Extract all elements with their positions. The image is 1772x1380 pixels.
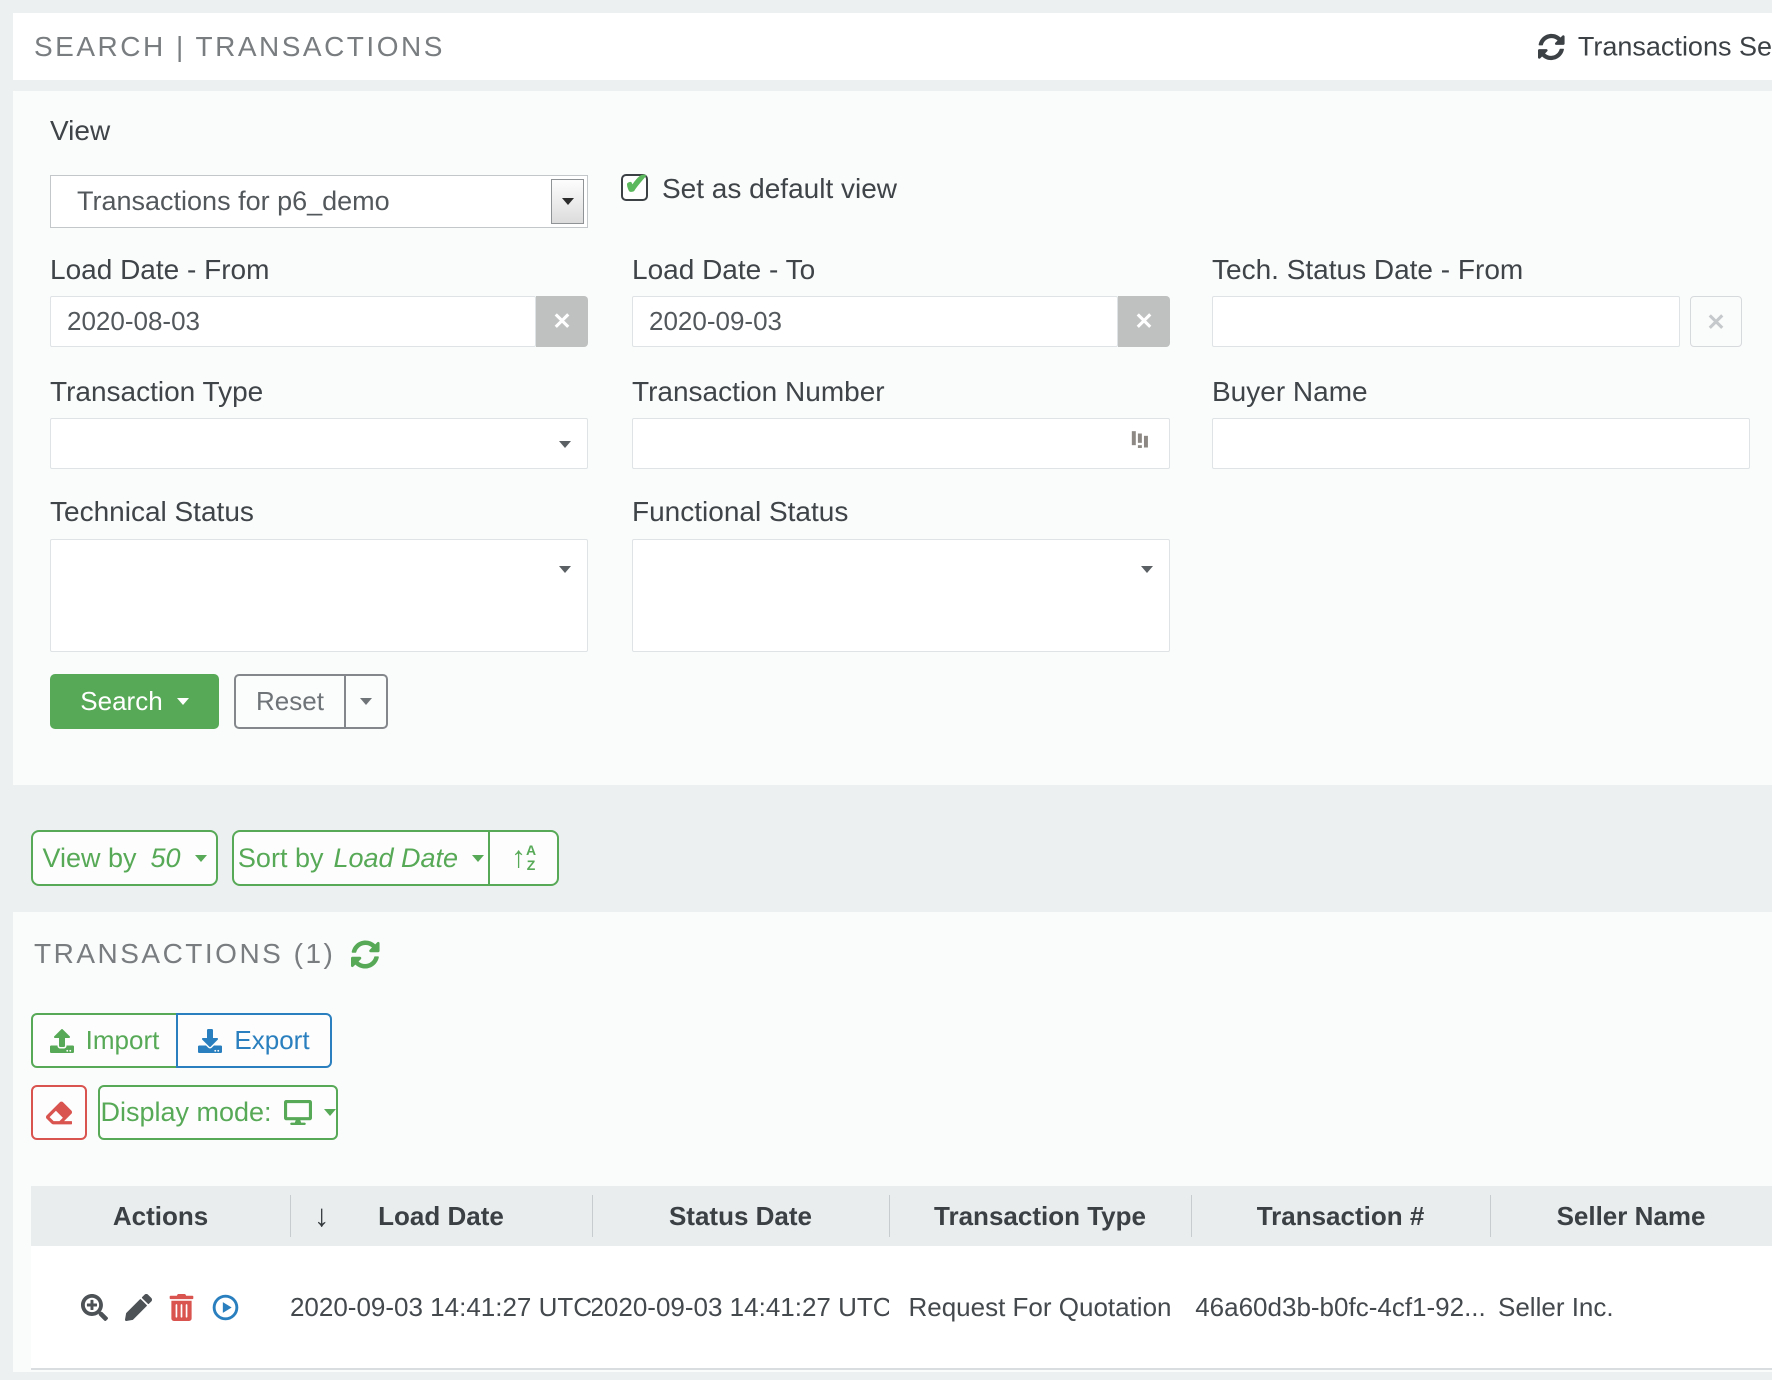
monitor-icon (284, 1100, 312, 1125)
tech-status-date-from-input[interactable] (1212, 296, 1680, 347)
tech-status-date-from-label: Tech. Status Date - From (1212, 254, 1523, 286)
sort-by-value: Load Date (333, 843, 458, 874)
import-button-label: Import (86, 1025, 160, 1056)
delete-icon[interactable] (169, 1294, 194, 1321)
x-icon: ✕ (552, 308, 571, 334)
sort-direction-button[interactable]: ↑AZ (489, 830, 559, 886)
refresh-icon[interactable] (1538, 33, 1565, 60)
cell-load-date: 2020-09-03 14:41:27 UTC (290, 1246, 592, 1368)
search-filter-panel: View Transactions for p6_demo ✔ Set as d… (13, 91, 1772, 785)
results-panel: TRANSACTIONS (1) Import Export Display m… (13, 912, 1772, 1372)
column-header-actions[interactable]: Actions (31, 1186, 290, 1246)
buyer-name-input[interactable] (1212, 418, 1750, 469)
header-refresh-label[interactable]: Transactions Se (1578, 31, 1772, 62)
results-title: TRANSACTIONS (1) (34, 938, 335, 970)
cell-status-date: 2020-09-03 14:41:27 UTC (592, 1246, 889, 1368)
cell-transaction-type: Request For Quotation (889, 1246, 1191, 1368)
column-header-load-date[interactable]: ↓ Load Date (290, 1186, 592, 1246)
buyer-name-label: Buyer Name (1212, 376, 1368, 408)
reset-dropdown-button[interactable] (345, 674, 388, 729)
technical-status-label: Technical Status (50, 496, 254, 528)
display-mode-label: Display mode: (100, 1097, 271, 1128)
load-date-from-clear-button[interactable]: ✕ (536, 296, 588, 347)
load-date-to-clear-button[interactable]: ✕ (1118, 296, 1170, 347)
export-button-label: Export (234, 1025, 309, 1056)
download-icon (198, 1029, 222, 1053)
sort-alpha-up-icon: ↑AZ (511, 843, 536, 873)
sorted-desc-arrow-icon: ↓ (314, 1198, 330, 1234)
caret-down-icon (472, 855, 484, 862)
caret-down-icon (559, 566, 571, 573)
import-button[interactable]: Import (31, 1013, 178, 1068)
erase-button[interactable] (31, 1085, 87, 1140)
search-button[interactable]: Search (50, 674, 219, 729)
x-icon: ✕ (1134, 308, 1153, 334)
row-actions (81, 1293, 240, 1322)
transaction-type-label: Transaction Type (50, 376, 263, 408)
caret-down-icon (195, 855, 207, 862)
caret-down-icon (559, 441, 571, 448)
page-title: SEARCH | TRANSACTIONS (34, 31, 445, 63)
sort-by-label: Sort by (238, 843, 324, 874)
resubmit-play-icon[interactable] (211, 1293, 240, 1322)
search-button-label: Search (80, 686, 162, 717)
load-date-from-input[interactable] (50, 296, 536, 347)
load-date-from-label: Load Date - From (50, 254, 269, 286)
reset-button[interactable]: Reset (234, 674, 345, 729)
cell-transaction-number: 46a60d3b-b0fc-4cf1-92... (1191, 1246, 1490, 1368)
caret-down-icon (360, 698, 372, 705)
view-select-value: Transactions for p6_demo (77, 186, 390, 217)
transactions-table: Actions ↓ Load Date Status Date Transact… (31, 1186, 1772, 1370)
transaction-type-select[interactable] (50, 418, 588, 469)
set-default-view-checkbox[interactable]: ✔ (621, 174, 648, 201)
refresh-results-icon[interactable] (351, 940, 380, 969)
sort-by-button[interactable]: Sort by Load Date (232, 830, 489, 886)
caret-down-icon (562, 198, 574, 205)
functional-status-multiselect[interactable] (632, 539, 1170, 652)
tech-status-date-from-clear-button[interactable]: ✕ (1690, 296, 1742, 347)
import-export-group: Import Export (31, 1013, 332, 1068)
view-by-value: 50 (151, 843, 181, 874)
caret-down-icon (1141, 566, 1153, 573)
display-mode-button[interactable]: Display mode: (98, 1085, 338, 1140)
column-header-transaction-number[interactable]: Transaction # (1191, 1186, 1490, 1246)
column-header-transaction-type[interactable]: Transaction Type (889, 1186, 1191, 1246)
view-details-icon[interactable] (81, 1294, 108, 1321)
load-date-to-input[interactable] (632, 296, 1118, 347)
transaction-number-label: Transaction Number (632, 376, 885, 408)
reset-button-label: Reset (256, 686, 324, 717)
view-by-label: View by (42, 843, 136, 874)
transactions-search-page: SEARCH | TRANSACTIONS Transactions Se Vi… (0, 0, 1772, 1380)
sort-by-button-group: Sort by Load Date ↑AZ (232, 830, 559, 886)
top-header-bar: SEARCH | TRANSACTIONS Transactions Se (13, 13, 1772, 80)
technical-status-multiselect[interactable] (50, 539, 588, 652)
caret-down-icon (177, 698, 189, 705)
view-by-button[interactable]: View by 50 (31, 830, 218, 886)
column-header-status-date[interactable]: Status Date (592, 1186, 889, 1246)
table-row: 2020-09-03 14:41:27 UTC 2020-09-03 14:41… (31, 1246, 1772, 1370)
set-default-view-label: Set as default view (662, 173, 897, 205)
load-date-to-label: Load Date - To (632, 254, 815, 286)
table-header-row: Actions ↓ Load Date Status Date Transact… (31, 1186, 1772, 1246)
export-button[interactable]: Export (176, 1013, 332, 1068)
caret-down-icon (324, 1109, 336, 1116)
header-refresh-area[interactable]: Transactions Se (1538, 31, 1772, 62)
view-select[interactable]: Transactions for p6_demo (50, 175, 588, 228)
view-label: View (50, 115, 110, 147)
cell-seller-name: Seller Inc. (1490, 1246, 1772, 1368)
checkmark-icon: ✔ (624, 167, 649, 202)
reset-button-group: Reset (234, 674, 388, 729)
transaction-number-input[interactable] (632, 418, 1170, 469)
column-header-seller-name[interactable]: Seller Name (1490, 1186, 1772, 1246)
view-select-arrow-button[interactable] (551, 179, 584, 224)
eraser-icon (46, 1100, 72, 1126)
edit-icon[interactable] (125, 1294, 152, 1321)
upload-icon (50, 1029, 74, 1053)
functional-status-label: Functional Status (632, 496, 848, 528)
x-icon: ✕ (1706, 309, 1725, 335)
